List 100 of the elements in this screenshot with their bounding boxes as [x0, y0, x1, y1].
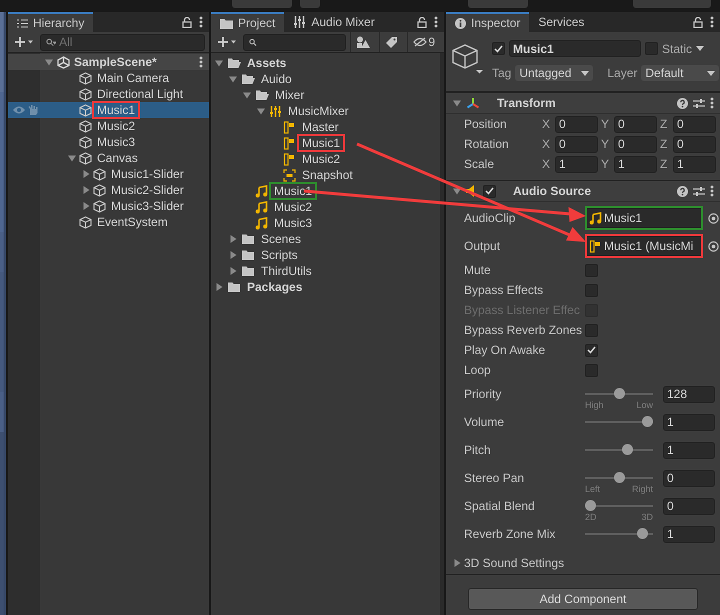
checkbox[interactable]	[585, 264, 598, 276]
expanded-caret-icon[interactable]	[229, 75, 237, 83]
tree-row[interactable]: Music3	[8, 134, 209, 150]
asset-name[interactable]: ThirdUtils	[259, 264, 314, 278]
hierarchy-tab[interactable]: Hierarchy	[8, 12, 94, 32]
object-picker-icon[interactable]	[708, 212, 719, 224]
collapsed-caret-icon[interactable]	[215, 283, 223, 291]
slider-track[interactable]	[585, 500, 653, 511]
object-picker-icon[interactable]	[708, 240, 719, 252]
slider-thumb[interactable]	[642, 416, 653, 427]
number-field[interactable]: 0	[614, 116, 657, 132]
number-field[interactable]: 1	[673, 156, 716, 172]
checkbox[interactable]	[585, 364, 598, 376]
more-options-icon[interactable]	[199, 16, 203, 28]
slider-track[interactable]	[585, 472, 653, 483]
help-icon[interactable]	[677, 186, 688, 196]
panel-tab[interactable]: Services	[529, 12, 594, 32]
slider-thumb[interactable]	[622, 444, 634, 455]
more-options-icon[interactable]	[710, 16, 714, 28]
slider-track[interactable]	[585, 528, 653, 539]
asset-name[interactable]: Master	[300, 120, 341, 134]
tree-row[interactable]: Directional Light	[8, 86, 209, 102]
slider-thumb[interactable]	[585, 500, 596, 511]
number-field[interactable]: 0	[614, 136, 657, 152]
slider-track[interactable]	[585, 444, 653, 455]
foldout-label[interactable]: 3D Sound Settings	[464, 556, 564, 570]
lock-icon[interactable]	[182, 16, 192, 28]
number-field[interactable]: 1	[614, 156, 657, 172]
layer-dropdown[interactable]: Default	[641, 65, 720, 81]
number-field[interactable]: 1	[663, 526, 715, 542]
lock-icon[interactable]	[693, 16, 703, 28]
more-options-icon[interactable]	[710, 97, 714, 109]
asset-name[interactable]: Music2	[300, 152, 342, 166]
eye-icon[interactable]	[12, 105, 26, 115]
tree-row[interactable]: EventSystem	[8, 214, 209, 230]
number-field[interactable]: 0	[663, 470, 715, 486]
number-field[interactable]: 1	[555, 156, 598, 172]
search-field[interactable]	[243, 34, 346, 50]
presets-icon[interactable]	[693, 98, 705, 108]
collapsed-caret-icon[interactable]	[453, 559, 461, 567]
expanded-caret-icon[interactable]	[257, 107, 265, 115]
panel-tab[interactable]: Audio Mixer	[284, 12, 384, 32]
collapsed-caret-icon[interactable]	[82, 170, 90, 178]
panel-tab[interactable]: Inspector	[446, 12, 530, 32]
tree-row[interactable]: Music2	[8, 118, 209, 134]
slider-track[interactable]	[585, 416, 653, 427]
hand-icon[interactable]	[27, 104, 39, 116]
slider-thumb[interactable]	[614, 388, 624, 399]
asset-name[interactable]: Scenes	[259, 232, 304, 246]
asset-name[interactable]: Music1	[272, 184, 314, 198]
object-field[interactable]: Music1 (MusicMi	[585, 236, 703, 256]
collapsed-caret-icon[interactable]	[82, 186, 90, 194]
expanded-caret-icon[interactable]	[45, 58, 53, 66]
collapsed-caret-icon[interactable]	[229, 251, 237, 259]
active-checkbox[interactable]	[492, 42, 505, 55]
number-field[interactable]: 1	[663, 414, 715, 430]
more-options-icon[interactable]	[199, 56, 203, 68]
enabled-checkbox[interactable]	[483, 184, 496, 198]
checkbox[interactable]	[585, 284, 598, 296]
collapsed-caret-icon[interactable]	[229, 267, 237, 275]
component-header[interactable]: Transform	[446, 92, 720, 114]
expanded-caret-icon[interactable]	[453, 99, 461, 107]
object-name-field[interactable]: Music1	[509, 40, 641, 57]
slider-thumb[interactable]	[636, 528, 648, 539]
panel-tab[interactable]: Project	[211, 12, 284, 32]
tree-row[interactable]: Music3-Slider	[8, 198, 209, 214]
search-field[interactable]: All	[40, 34, 205, 50]
collapsed-caret-icon[interactable]	[229, 235, 237, 243]
number-field[interactable]: 0	[555, 136, 598, 152]
create-dropdown-button[interactable]	[215, 36, 239, 48]
tree-row[interactable]: Music1	[8, 102, 209, 118]
expanded-caret-icon[interactable]	[243, 91, 251, 99]
expanded-caret-icon[interactable]	[68, 154, 76, 162]
asset-name[interactable]: Music3	[272, 216, 314, 230]
add-component-button[interactable]: Add Component	[468, 588, 698, 610]
number-field[interactable]: 128	[663, 386, 715, 402]
asset-name[interactable]: Auido	[259, 72, 294, 86]
slider-thumb[interactable]	[614, 472, 624, 483]
tree-row[interactable]: Main Camera	[8, 70, 209, 86]
tree-row[interactable]: Music1-Slider	[8, 166, 209, 182]
asset-name[interactable]: Snapshot	[300, 168, 355, 182]
more-options-icon[interactable]	[710, 185, 714, 197]
asset-name[interactable]: Scripts	[259, 248, 300, 262]
presets-icon[interactable]	[693, 186, 705, 196]
collapsed-caret-icon[interactable]	[82, 202, 90, 210]
lock-icon[interactable]	[417, 16, 427, 28]
object-field[interactable]: Music1	[585, 208, 703, 228]
create-dropdown-button[interactable]	[12, 36, 36, 48]
asset-name[interactable]: Music1	[300, 136, 342, 150]
number-field[interactable]: 0	[555, 116, 598, 132]
asset-name[interactable]: Music2	[272, 200, 314, 214]
scene-header[interactable]: SampleScene*	[8, 54, 209, 70]
checkbox[interactable]	[585, 344, 598, 356]
checkbox[interactable]	[585, 324, 598, 336]
more-options-icon[interactable]	[434, 16, 438, 28]
asset-name[interactable]: Mixer	[273, 88, 306, 102]
slider-track[interactable]	[585, 388, 653, 399]
expanded-caret-icon[interactable]	[215, 59, 223, 67]
asset-name[interactable]: MusicMixer	[286, 104, 351, 118]
asset-name[interactable]: Assets	[245, 56, 288, 70]
